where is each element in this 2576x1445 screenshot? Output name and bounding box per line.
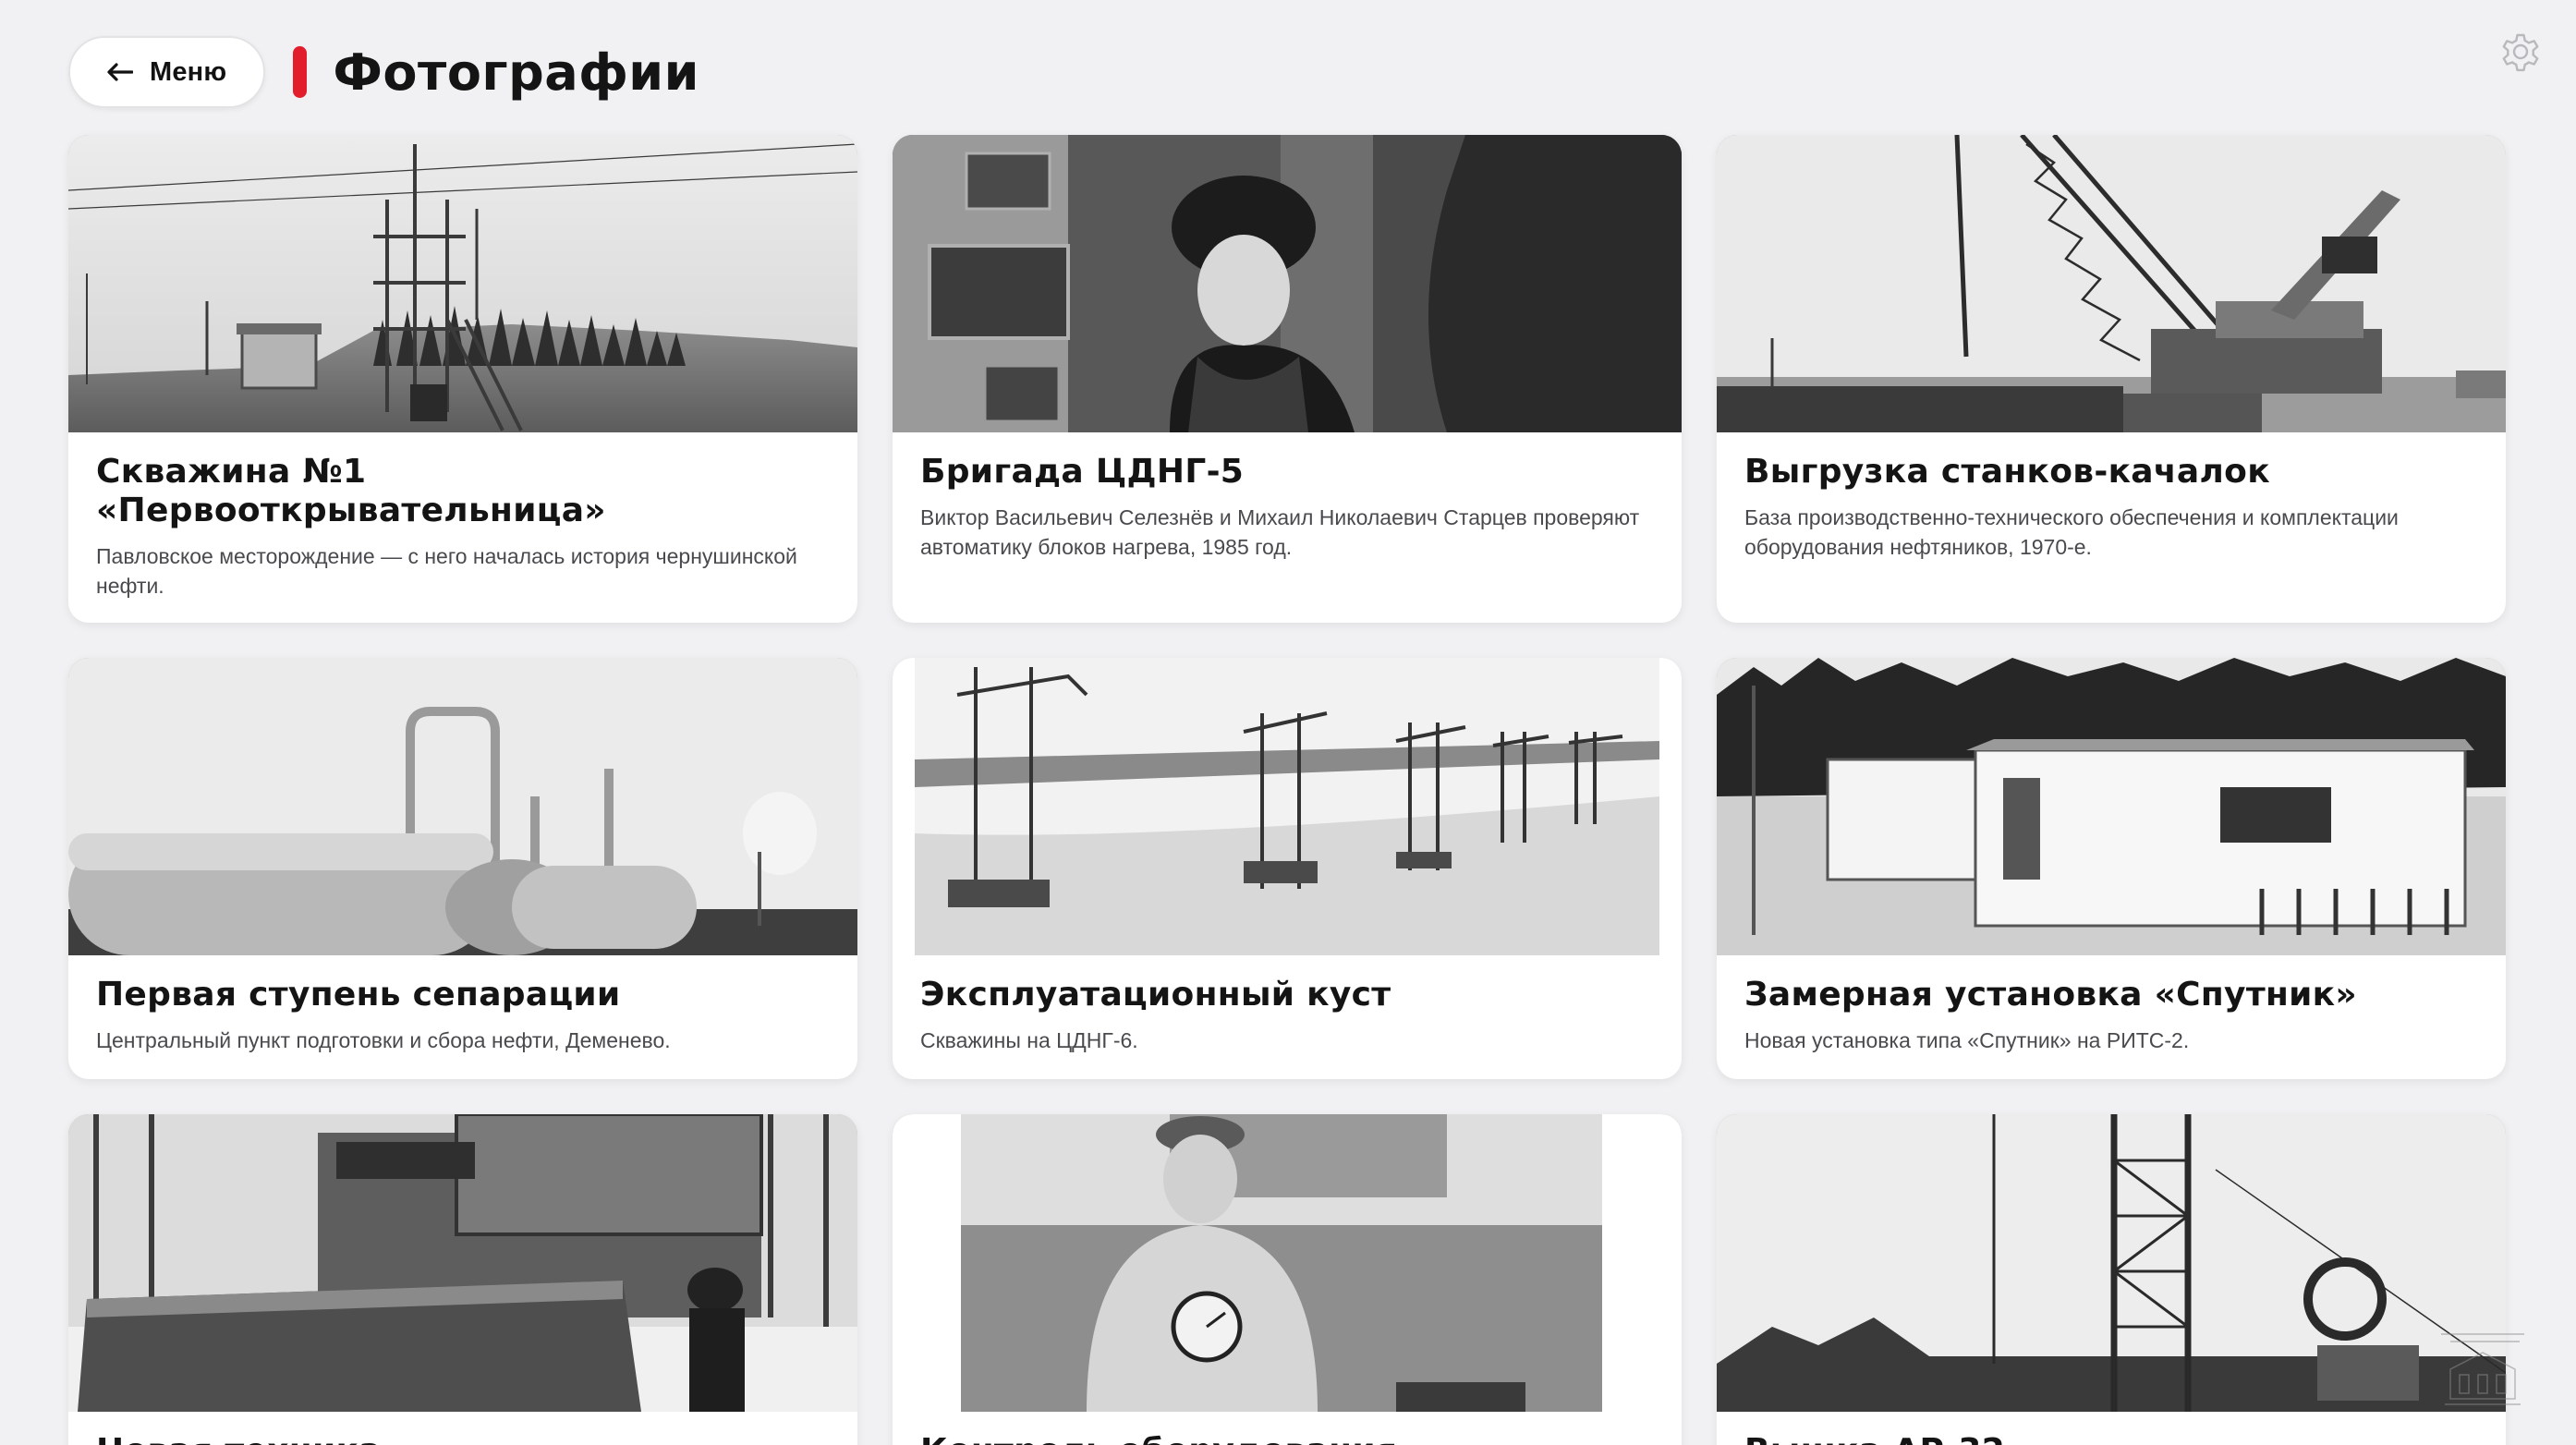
menu-button[interactable]: Меню — [68, 36, 266, 108]
card-title: Эксплуатационный куст — [920, 976, 1391, 1014]
photo-card[interactable]: Первая ступень сепарации Центральный пун… — [68, 658, 857, 1079]
photo-grid: Скважина №1 «Первооткрывательница» Павло… — [68, 135, 2506, 1445]
card-description: Новая установка типа «Спутник» на РИТС-2… — [1744, 1028, 2190, 1052]
header: Меню Фотографии — [68, 35, 699, 109]
card-title: Вышка АР-32 — [1744, 1432, 2478, 1445]
card-title: Скважина №1 «Первооткрывательница» — [96, 453, 606, 529]
title-accent-bar — [293, 46, 308, 98]
card-title: Первая ступень сепарации — [96, 976, 621, 1014]
photo-card[interactable]: Выгрузка станков-качалок База производст… — [1717, 135, 2506, 623]
gear-icon — [2502, 33, 2539, 72]
menu-button-label: Меню — [150, 56, 227, 87]
photo-separation-stage — [68, 658, 857, 955]
card-title: Бригада ЦДНГ-5 — [920, 453, 1245, 491]
photo-brigade-cdng5 — [893, 135, 1682, 432]
photo-komatsu-bulldozer — [68, 1114, 857, 1412]
museum-logo-watermark — [2432, 1325, 2533, 1414]
page-title: Фотографии — [333, 42, 699, 102]
photo-sputnik-unit — [1717, 658, 2506, 955]
card-description: Павловское месторождение — с него начала… — [96, 544, 797, 598]
card-description: Скважины на ЦДНГ-6. — [920, 1028, 1138, 1052]
card-title: Новая техника — [96, 1432, 830, 1445]
photo-card[interactable]: Эксплуатационный куст Скважины на ЦДНГ-6… — [893, 658, 1682, 1079]
card-description: Центральный пункт подготовки и сбора неф… — [96, 1028, 671, 1052]
photo-card[interactable]: Вышка АР-32 — [1717, 1114, 2506, 1445]
card-title: Выгрузка станков-качалок — [1744, 453, 2270, 491]
photo-equipment-check — [893, 1114, 1682, 1412]
card-title: Контроль оборудования — [920, 1432, 1654, 1445]
card-description: База производственно-технического обеспе… — [1744, 505, 2399, 559]
photos-screen: Меню Фотографии Скважина №1 «Первооткрыв… — [0, 0, 2576, 1445]
photo-card[interactable]: Замерная установка «Спутник» Новая устан… — [1717, 658, 2506, 1079]
photo-card[interactable]: Скважина №1 «Первооткрывательница» Павло… — [68, 135, 857, 623]
arrow-left-icon — [107, 63, 133, 81]
photo-production-cluster — [893, 658, 1682, 955]
photo-card[interactable]: Бригада ЦДНГ-5 Виктор Васильевич Селезнё… — [893, 135, 1682, 623]
photo-oil-well-1 — [68, 135, 857, 432]
card-title: Замерная установка «Спутник» — [1744, 976, 2357, 1014]
card-description: Виктор Васильевич Селезнёв и Михаил Нико… — [920, 505, 1640, 559]
photo-card[interactable]: Контроль оборудования — [893, 1114, 1682, 1445]
settings-button[interactable] — [2497, 28, 2545, 76]
photo-derrick-ar32 — [1717, 1114, 2506, 1412]
photo-unloading-pumpjacks — [1717, 135, 2506, 432]
photo-card[interactable]: Новая техника — [68, 1114, 857, 1445]
